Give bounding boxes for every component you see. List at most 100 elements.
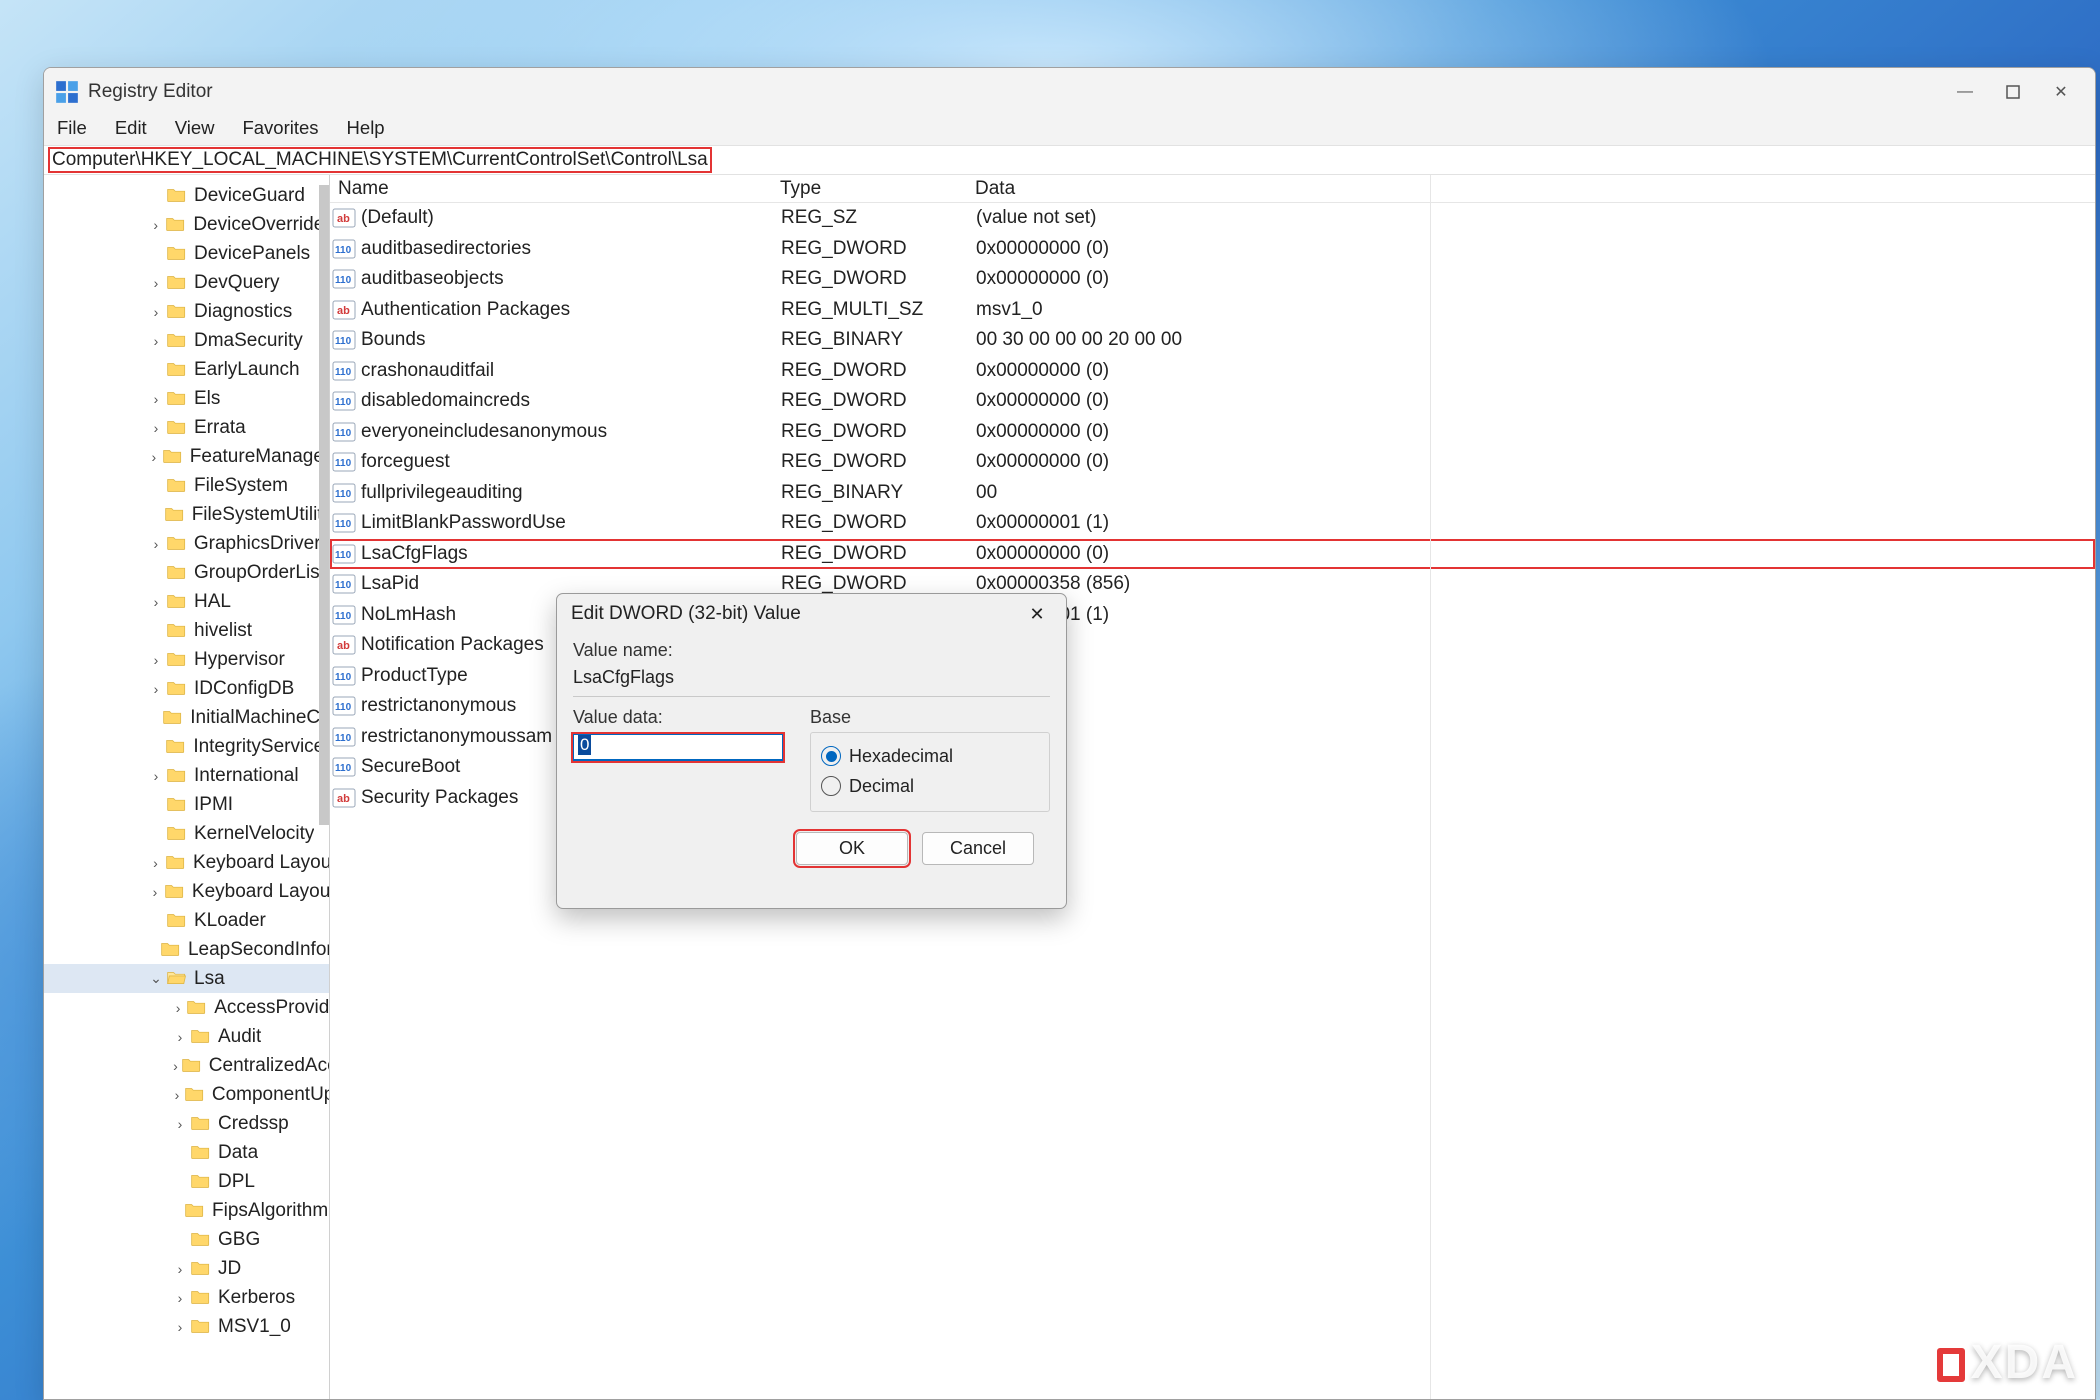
value-row[interactable]: (Default)REG_SZ(value not set) xyxy=(330,203,2095,234)
tree-item-keyboard-layouts[interactable]: ›Keyboard Layouts xyxy=(44,877,329,906)
chevron-right-icon[interactable]: › xyxy=(146,768,166,784)
tree-item-hal[interactable]: ›HAL xyxy=(44,587,329,616)
dialog-close-button[interactable]: ✕ xyxy=(1022,604,1052,625)
tree-item-msv1-0[interactable]: ›MSV1_0 xyxy=(44,1312,329,1341)
chevron-right-icon[interactable]: › xyxy=(170,1000,186,1016)
chevron-right-icon[interactable]: › xyxy=(146,304,166,320)
chevron-right-icon[interactable]: › xyxy=(170,1116,190,1132)
chevron-right-icon[interactable]: › xyxy=(170,1290,190,1306)
titlebar[interactable]: Registry Editor — ✕ xyxy=(44,68,2095,115)
radio-decimal[interactable]: Decimal xyxy=(821,771,1039,801)
address-bar[interactable]: Computer\HKEY_LOCAL_MACHINE\SYSTEM\Curre… xyxy=(44,145,2095,175)
chevron-right-icon[interactable]: › xyxy=(170,1029,190,1045)
tree-item-leapsecondinformation[interactable]: LeapSecondInformation xyxy=(44,935,329,964)
tree-item-integrityservices[interactable]: IntegrityServices xyxy=(44,732,329,761)
tree-item-lsa[interactable]: ⌄Lsa xyxy=(44,964,329,993)
chevron-right-icon[interactable]: › xyxy=(146,333,166,349)
chevron-down-icon[interactable]: ⌄ xyxy=(146,970,166,987)
chevron-right-icon[interactable]: › xyxy=(170,1058,181,1074)
tree-item-els[interactable]: ›Els xyxy=(44,384,329,413)
value-data-input[interactable]: 0 xyxy=(573,734,783,761)
tree-item-componentupdates[interactable]: ›ComponentUpdates xyxy=(44,1080,329,1109)
tree-item-filesystemutilities[interactable]: FileSystemUtilities xyxy=(44,500,329,529)
tree-item-initialmachineconfig[interactable]: InitialMachineConfig xyxy=(44,703,329,732)
minimize-button[interactable]: — xyxy=(1941,74,1989,110)
ok-button[interactable]: OK xyxy=(796,832,908,865)
chevron-right-icon[interactable]: › xyxy=(146,652,166,668)
chevron-right-icon[interactable]: › xyxy=(146,275,166,291)
menu-help[interactable]: Help xyxy=(347,117,385,143)
value-row[interactable]: crashonauditfailREG_DWORD0x00000000 (0) xyxy=(330,356,2095,387)
tree-item-jd[interactable]: ›JD xyxy=(44,1254,329,1283)
tree-item-kernelvelocity[interactable]: KernelVelocity xyxy=(44,819,329,848)
menu-view[interactable]: View xyxy=(175,117,215,143)
chevron-right-icon[interactable]: › xyxy=(170,1261,190,1277)
tree-item-graphicsdrivers[interactable]: ›GraphicsDrivers xyxy=(44,529,329,558)
tree-item-audit[interactable]: ›Audit xyxy=(44,1022,329,1051)
tree-item-credssp[interactable]: ›Credssp xyxy=(44,1109,329,1138)
menu-file[interactable]: File xyxy=(57,117,87,143)
tree-item-gbg[interactable]: GBG xyxy=(44,1225,329,1254)
tree-item-keyboard-layout[interactable]: ›Keyboard Layout xyxy=(44,848,329,877)
chevron-right-icon[interactable]: › xyxy=(146,420,166,436)
tree-item-devicepanels[interactable]: DevicePanels xyxy=(44,239,329,268)
tree-pane[interactable]: DeviceGuard›DeviceOverridesDevicePanels›… xyxy=(44,175,330,1399)
tree-item-hivelist[interactable]: hivelist xyxy=(44,616,329,645)
value-row[interactable]: auditbaseobjectsREG_DWORD0x00000000 (0) xyxy=(330,264,2095,295)
value-row[interactable]: fullprivilegeauditingREG_BINARY00 xyxy=(330,478,2095,509)
tree-item-kerberos[interactable]: ›Kerberos xyxy=(44,1283,329,1312)
value-row[interactable]: forceguestREG_DWORD0x00000000 (0) xyxy=(330,447,2095,478)
tree-item-devquery[interactable]: ›DevQuery xyxy=(44,268,329,297)
tree-item-errata[interactable]: ›Errata xyxy=(44,413,329,442)
value-row[interactable]: BoundsREG_BINARY00 30 00 00 00 20 00 00 xyxy=(330,325,2095,356)
close-button[interactable]: ✕ xyxy=(2037,74,2085,110)
chevron-right-icon[interactable]: › xyxy=(170,1087,184,1103)
tree-item-earlylaunch[interactable]: EarlyLaunch xyxy=(44,355,329,384)
col-type[interactable]: Type xyxy=(780,178,975,200)
value-row[interactable]: auditbasedirectoriesREG_DWORD0x00000000 … xyxy=(330,234,2095,265)
chevron-right-icon[interactable]: › xyxy=(170,1319,190,1335)
chevron-right-icon[interactable]: › xyxy=(146,391,166,407)
address-text[interactable]: Computer\HKEY_LOCAL_MACHINE\SYSTEM\Curre… xyxy=(50,149,710,171)
col-name[interactable]: Name xyxy=(330,178,780,200)
tree-item-grouporderlist[interactable]: GroupOrderList xyxy=(44,558,329,587)
tree-item-dpl[interactable]: DPL xyxy=(44,1167,329,1196)
radio-hexadecimal[interactable]: Hexadecimal xyxy=(821,741,1039,771)
chevron-right-icon[interactable]: › xyxy=(146,536,166,552)
chevron-right-icon[interactable]: › xyxy=(146,449,162,465)
tree-item-centralizedaccesspolicies[interactable]: ›CentralizedAccessPolicies xyxy=(44,1051,329,1080)
chevron-right-icon[interactable]: › xyxy=(146,217,165,233)
tree-item-deviceoverrides[interactable]: ›DeviceOverrides xyxy=(44,210,329,239)
scrollbar-thumb[interactable] xyxy=(319,185,329,825)
tree-item-ipmi[interactable]: IPMI xyxy=(44,790,329,819)
value-row[interactable]: disabledomaincredsREG_DWORD0x00000000 (0… xyxy=(330,386,2095,417)
value-row[interactable]: LsaCfgFlagsREG_DWORD0x00000000 (0) xyxy=(330,539,2095,570)
value-row[interactable]: LimitBlankPasswordUseREG_DWORD0x00000001… xyxy=(330,508,2095,539)
col-data[interactable]: Data xyxy=(975,178,2095,200)
maximize-button[interactable] xyxy=(1989,74,2037,110)
tree-item-deviceguard[interactable]: DeviceGuard xyxy=(44,181,329,210)
menu-edit[interactable]: Edit xyxy=(115,117,147,143)
chevron-right-icon[interactable]: › xyxy=(146,884,164,900)
value-row[interactable]: Authentication PackagesREG_MULTI_SZmsv1_… xyxy=(330,295,2095,326)
chevron-right-icon[interactable]: › xyxy=(146,594,166,610)
tree-item-filesystem[interactable]: FileSystem xyxy=(44,471,329,500)
dialog-titlebar[interactable]: Edit DWORD (32-bit) Value ✕ xyxy=(557,594,1066,634)
tree-item-diagnostics[interactable]: ›Diagnostics xyxy=(44,297,329,326)
tree-item-data[interactable]: Data xyxy=(44,1138,329,1167)
chevron-right-icon[interactable]: › xyxy=(146,681,166,697)
menu-favorites[interactable]: Favorites xyxy=(242,117,318,143)
tree-item-international[interactable]: ›International xyxy=(44,761,329,790)
tree-item-dmasecurity[interactable]: ›DmaSecurity xyxy=(44,326,329,355)
tree-item-hypervisor[interactable]: ›Hypervisor xyxy=(44,645,329,674)
tree-item-kloader[interactable]: KLoader xyxy=(44,906,329,935)
cancel-button[interactable]: Cancel xyxy=(922,832,1034,865)
column-divider[interactable] xyxy=(1430,175,1431,1399)
tree-item-accessproviders[interactable]: ›AccessProviders xyxy=(44,993,329,1022)
chevron-right-icon[interactable]: › xyxy=(146,855,165,871)
tree-item-idconfigdb[interactable]: ›IDConfigDB xyxy=(44,674,329,703)
list-header[interactable]: Name Type Data xyxy=(330,175,2095,203)
tree-item-featuremanagement[interactable]: ›FeatureManagement xyxy=(44,442,329,471)
value-row[interactable]: everyoneincludesanonymousREG_DWORD0x0000… xyxy=(330,417,2095,448)
tree-item-fipsalgorithmpolicy[interactable]: FipsAlgorithmPolicy xyxy=(44,1196,329,1225)
